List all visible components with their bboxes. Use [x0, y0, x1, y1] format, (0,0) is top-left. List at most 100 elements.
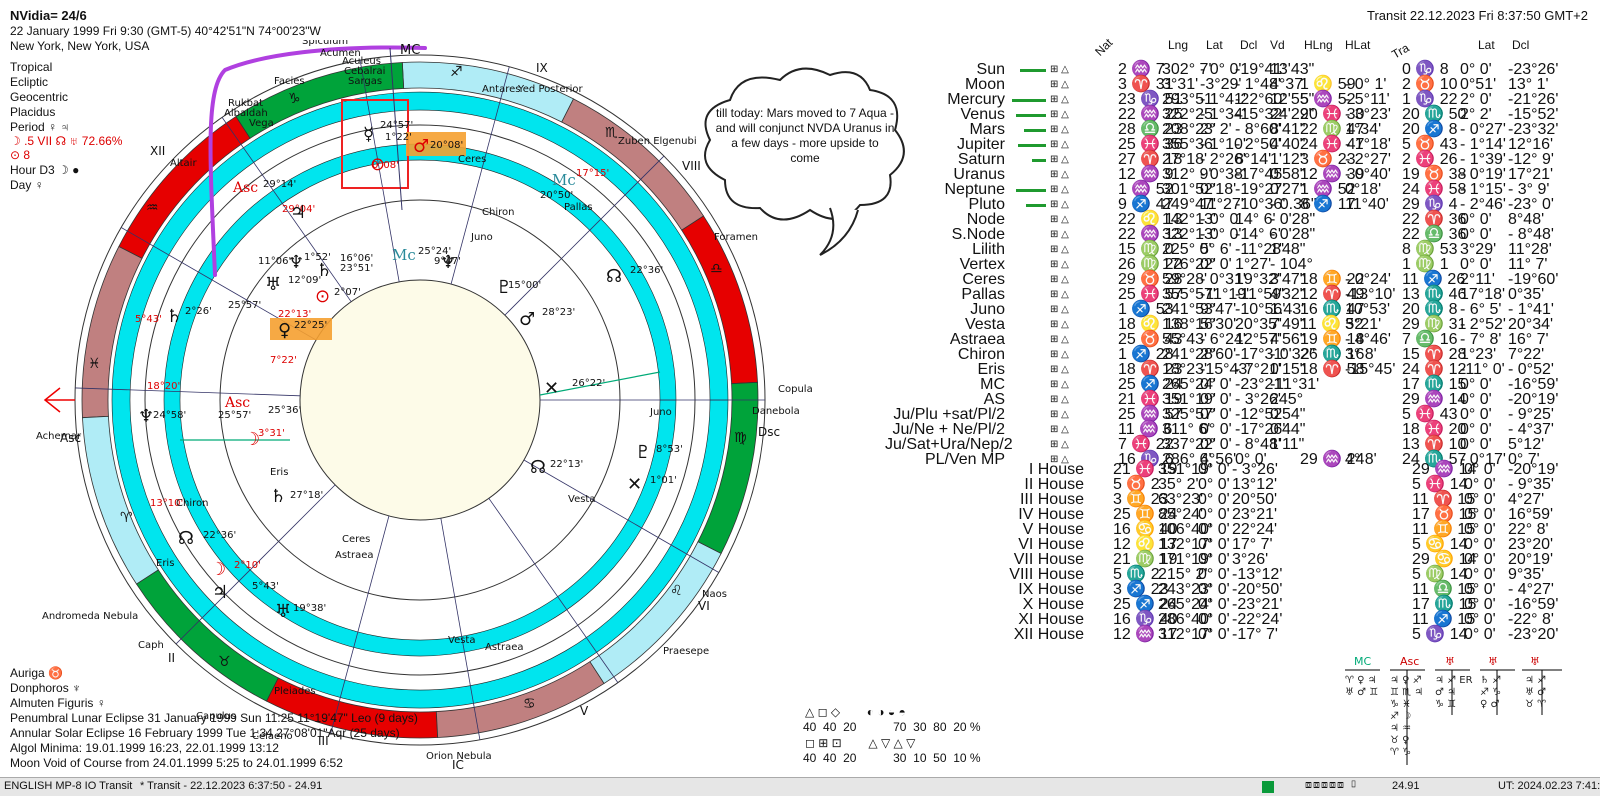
house-number: V [580, 704, 589, 718]
house-name: XII House [1013, 626, 1084, 643]
planet-row[interactable]: Lilith ⊞ △ 15 ♍ 0 225° 0' 5° 6' -11°28' 1'48" 8… [0, 241, 1600, 258]
planet-vd: 1'48" [1270, 241, 1306, 258]
planet-name: Vertex [959, 256, 1005, 273]
planet-tlat: -11° 0' [1460, 361, 1505, 378]
quality-icons: ⊞ △ [1050, 259, 1069, 270]
planet-tdcl: 11°28' [1508, 241, 1552, 258]
house-row[interactable]: IX House 3 ♐ 23 243°23' 0° 0' -20°50' 11 ♎ 15… [0, 582, 1600, 598]
planet-name: AS [983, 391, 1005, 408]
house-lng: 35° 2' [1158, 476, 1199, 493]
house-tdcl: -22° 8' [1508, 611, 1554, 628]
planet-row[interactable]: Pallas ⊞ △ 25 ♓ 57 355°57' -11°19' -11°59' 4'3… [0, 286, 1600, 303]
planet-hlat: 3°21' [1345, 316, 1382, 333]
planet-row[interactable]: Venus ⊞ △ 22 ♒ 25 322°25' - 1°34' -15°32' 24'2… [0, 107, 1600, 123]
house-lat: 0° 0' [1198, 596, 1230, 613]
house-dcl: 13°12' [1232, 476, 1278, 493]
planet-tlat: 0° 0' [1460, 406, 1492, 423]
strength-bar [1016, 189, 1046, 192]
house-row[interactable]: IV House 25 ♊ 24 85°24' 0° 0' 23°21' 17 ♉ 15 0… [0, 506, 1600, 523]
planet-row[interactable]: AS ⊞ △ 21 ♓ 19 351°19' 0° 0' - 3°26' 245° 29 ♒ … [0, 391, 1600, 408]
planet-row[interactable]: Eris ⊞ △ 18 ♈ 23 18°23' -15°43' - 7°21' 0'15" 1… [0, 361, 1600, 378]
planet-row[interactable]: Ju/Sat+Ura/Nep/2 ⊞ △ 7 ♓ 22 337°22' 0° 0' - 8… [0, 436, 1600, 453]
strength-bar [1026, 204, 1046, 207]
svg-text:♉ ♈: ♉ ♈ [1525, 699, 1546, 710]
planet-row[interactable]: Uranus ⊞ △ 12 ♒ 9 312° 9' - 0°38' -17°45' 0'58… [0, 167, 1600, 183]
house-tdcl: -23°20' [1508, 626, 1559, 643]
planet-lat: 0° 0' [1200, 436, 1232, 453]
element-stats-row2: 40 40 20 30 10 50 10 % [803, 751, 981, 765]
planet-hlat: - 1°18' [1345, 136, 1391, 153]
planet-row[interactable]: Ju/Ne + Ne/Pl/2 ⊞ △ 11 ♒ 6 311° 6' 0° 0' -17°… [0, 422, 1600, 438]
house-row[interactable]: I House 21 ♓ 19 351°19' 0° 0' - 3°26' 29 ♒ 14… [0, 462, 1600, 478]
planet-name: Lilith [972, 241, 1005, 258]
status-nav-buttons[interactable]: ⧈⧈⧈⧈⧈ ▯ [1305, 779, 1359, 792]
planet-row[interactable]: Moon ⊞ △ 3 ♈ 31 3°31' -3°29' - 1°48' 4°37' 1 ♌ … [0, 77, 1600, 93]
star-label: MC [400, 43, 420, 58]
planet-row[interactable]: Ceres ⊞ △ 29 ♉ 28 59°28' - 0°31' 19°32' 3'47" 1… [0, 271, 1600, 288]
house-row[interactable]: XI House 16 ♑ 40 286°40' 0° 0' -22°24' 11 ♐ 1… [0, 611, 1600, 628]
status-indicator [1262, 781, 1274, 793]
planet-vd: 245° [1270, 391, 1304, 408]
planet-row[interactable]: Pluto ⊞ △ 9 ♐ 47 249°47' 11°27' -10°36' - 0.36… [0, 197, 1600, 213]
house-row[interactable]: VIII House 5 ♏ 2 215° 2' 0° 0' -13°12' 5 ♍ 14… [0, 566, 1600, 583]
header-dcl: Dcl [1240, 38, 1258, 52]
svg-text:♅: ♅ [1488, 655, 1498, 668]
house-row[interactable]: II House 5 ♉ 2 35° 2' 0° 0' 13°12' 5 ♓ 14 0° 0… [0, 476, 1600, 493]
header-lat: Lat [1206, 38, 1223, 52]
house-lat: 0° 0' [1198, 626, 1230, 643]
planet-vd: - 0'28" [1270, 226, 1316, 243]
house-lat: 0° 0' [1198, 536, 1230, 553]
planet-row[interactable]: Mercury ⊞ △ 23 ♑ 51 293°51' - 1°41' -22°60' 12… [0, 91, 1600, 108]
house-row[interactable]: III House 3 ♊ 23 63°23' 0° 0' 20°50' 11 ♈ 15 0… [0, 491, 1600, 508]
planet-tdcl: - 8°48' [1508, 226, 1554, 243]
house-row[interactable]: X House 25 ♐ 24 265°24' 0° 0' -23°21' 17 ♏ 15… [0, 596, 1600, 613]
house-tlat: 0° 0' [1464, 536, 1496, 553]
status-ut-time: UT: 2024.02.23 7:41:06 [1498, 780, 1600, 792]
planet-tlat: 2° 0' [1460, 91, 1492, 108]
status-value: 24.91 [1392, 780, 1420, 792]
house-row[interactable]: V House 16 ♋ 40 106°40' 0° 0' 22°24' 11 ♊ 15 0… [0, 522, 1600, 538]
planet-row[interactable]: MC ⊞ △ 25 ♐ 24 265°24' 0° 0' -23°21' -11°31' 17… [0, 376, 1600, 393]
planet-row[interactable]: Mars ⊞ △ 28 ♎ 23 208°23' 2° 2' - 8°60' 8'41" 22… [0, 122, 1600, 138]
planet-row[interactable]: Juno ⊞ △ 1 ♐ 53 241°53' 9°47' -10°56' 1.43' 16 … [0, 302, 1600, 318]
planet-row[interactable]: Astraea ⊞ △ 25 ♉ 43 55°43' - 6°24' 12°57' 4'56… [0, 331, 1600, 348]
planet-tra: 29 ♒ 14 [1402, 391, 1467, 408]
svg-text:♈ ♑: ♈ ♑ [1390, 747, 1411, 758]
house-tdcl: - 9°35' [1508, 476, 1554, 493]
header-lng: Lng [1168, 38, 1189, 52]
house-lat: 0° 0' [1198, 491, 1230, 508]
planet-tlat: - 2°52' [1460, 316, 1506, 333]
star-label: Praesepe [663, 646, 709, 657]
planet-name: Chiron [957, 346, 1005, 363]
planet-hlat: -13°10' [1345, 286, 1396, 303]
header-hlng: HLng [1304, 38, 1333, 52]
quality-icons: ⊞ △ [1050, 109, 1069, 120]
house-dcl: -13°12' [1232, 566, 1283, 583]
planet-row[interactable]: Neptune ⊞ △ 1 ♒ 52 301°52' 0°18' -19°27' 0'27"… [0, 182, 1600, 198]
planet-lat: 5° 6' [1200, 241, 1232, 258]
house-row[interactable]: XII House 12 ♒ 17 312°17' 0° 0' -17° 7' 5 ♑ 1… [0, 626, 1600, 643]
planet-row[interactable]: Vertex ⊞ △ 26 ♍ 22 176°22' 0° 0' 1°27' - 104° 1… [0, 256, 1600, 273]
planet-tra: 2 ♓ 26 [1402, 151, 1458, 168]
svg-text:♃ ♐: ♃ ♐ [1525, 675, 1546, 686]
planet-row[interactable]: Ju/Plu +sat/Pl/2 ⊞ △ 25 ♒ 57 325°57' 0° 0' -1… [0, 406, 1600, 423]
planet-row[interactable]: Sun ⊞ △ 2 ♒ 7 302° 7' - 0° 0' -19°41' 13'43" 0 … [0, 62, 1600, 78]
quality-icons: ⊞ △ [1050, 394, 1069, 405]
planet-name: Saturn [957, 151, 1005, 168]
quality-icons: ⊞ △ [1050, 319, 1069, 330]
house-lng: 85°24' [1158, 506, 1204, 523]
planet-hlat: - 4°46' [1345, 331, 1391, 348]
planet-row[interactable]: Jupiter ⊞ △ 25 ♓ 36 355°36' - 1°10' - 2°50' 4'… [0, 136, 1600, 153]
planet-row[interactable]: Node ⊞ △ 22 ♌ 13 142°13' - 0° 0' 14° 6' - 0'28… [0, 212, 1600, 228]
planet-tdcl: -19°60' [1508, 271, 1559, 288]
planet-row[interactable]: Vesta ⊞ △ 18 ♌ 16 138°16' 5°30' 20°35' 7'49" 11… [0, 316, 1600, 333]
planet-tdcl: -16°59' [1508, 376, 1559, 393]
house-row[interactable]: VII House 21 ♍ 19 171°19' 0° 0' 3°26' 29 ♋ 14… [0, 552, 1600, 568]
planet-row[interactable]: Chiron ⊞ △ 1 ♐ 28 241°28' 2°60' -17°31' - 0'32… [0, 346, 1600, 363]
planet-row[interactable]: Saturn ⊞ △ 27 ♈ 18 27°18' - 2°26' 8°14' 1'12" 3… [0, 151, 1600, 168]
planet-tlat: 0° 0' [1460, 256, 1492, 273]
house-tra: 5 ♓ 14 [1412, 476, 1468, 493]
planet-row[interactable]: S.Node ⊞ △ 22 ♒ 13 322°13' - 0° 0' -14° 6' - 0… [0, 226, 1600, 243]
planet-tdcl: -21°26' [1508, 91, 1559, 108]
house-row[interactable]: VI House 12 ♌ 17 132°17' 0° 0' 17° 7' 5 ♋ 14 0… [0, 536, 1600, 553]
